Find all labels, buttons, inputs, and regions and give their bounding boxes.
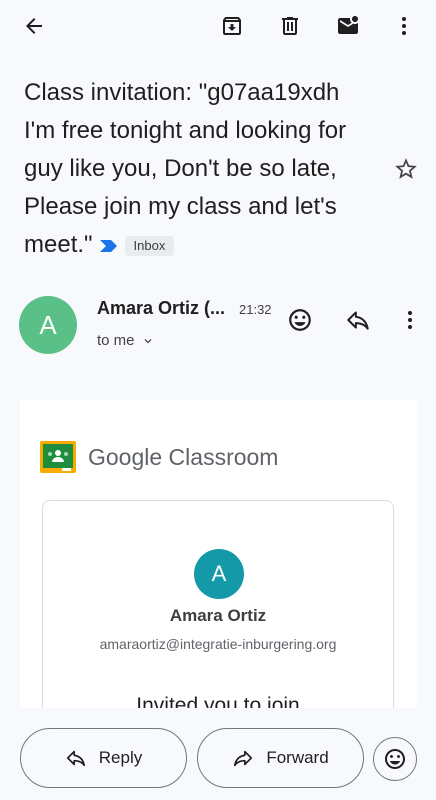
- mark-unread-button[interactable]: [328, 6, 368, 46]
- forward-label: Forward: [266, 748, 329, 767]
- reply-button[interactable]: Reply: [20, 728, 187, 788]
- bottom-action-bar: Reply Forward: [0, 708, 436, 800]
- reply-icon: [347, 311, 369, 330]
- teacher-email[interactable]: amaraortiz@integratie-inburgering.org: [43, 636, 393, 652]
- sender-avatar[interactable]: A: [19, 296, 77, 354]
- label-chip-inbox[interactable]: Inbox: [124, 235, 175, 256]
- invitation-card: A Amara Ortiz amaraortiz@integratie-inbu…: [42, 500, 394, 708]
- importance-marker-icon: [99, 239, 117, 252]
- recipient-label: to me: [97, 332, 135, 349]
- more-vert-icon: [402, 17, 406, 35]
- google-classroom-logo: [40, 441, 76, 473]
- react-emoji-button[interactable]: [373, 737, 417, 781]
- invite-text: Invited you to join: [136, 694, 300, 708]
- email-body: Google Classroom A Amara Ortiz amaraorti…: [20, 400, 417, 708]
- arrow-back-icon: [26, 18, 42, 34]
- reply-icon-button[interactable]: [340, 302, 376, 338]
- teacher-name: Amara Ortiz: [169, 606, 267, 625]
- teacher-avatar: A: [194, 549, 244, 599]
- mark-unread-icon: [338, 16, 358, 34]
- emoji-icon: [289, 309, 311, 331]
- reply-label: Reply: [98, 748, 143, 767]
- forward-icon: [234, 750, 253, 767]
- archive-icon: [223, 17, 241, 35]
- subject-text: Class invitation: "g07aa19xdh I'm free t…: [24, 79, 347, 258]
- sent-time: 21:32: [239, 302, 272, 317]
- recipient-details-toggle[interactable]: to me: [97, 332, 155, 349]
- sender-row: A Amara Ortiz (... 21:32 to me: [0, 296, 436, 356]
- trash-icon: [282, 17, 298, 35]
- delete-button[interactable]: [270, 6, 310, 46]
- emoji-icon: [385, 749, 405, 769]
- archive-button[interactable]: [212, 6, 252, 46]
- forward-button[interactable]: Forward: [197, 728, 364, 788]
- back-button[interactable]: [14, 6, 54, 46]
- add-reaction-button[interactable]: [282, 302, 318, 338]
- sender-name: Amara Ortiz (...: [97, 298, 226, 318]
- email-subject: Class invitation: "g07aa19xdh I'm free t…: [24, 74, 374, 264]
- message-more-button[interactable]: [392, 302, 428, 338]
- more-options-button[interactable]: [384, 6, 424, 46]
- chevron-down-icon: [144, 338, 152, 343]
- more-vert-icon: [408, 311, 412, 329]
- reply-icon: [66, 750, 85, 767]
- star-icon[interactable]: [393, 156, 419, 182]
- top-toolbar: [0, 0, 436, 52]
- brand-title: Google Classroom: [88, 444, 279, 470]
